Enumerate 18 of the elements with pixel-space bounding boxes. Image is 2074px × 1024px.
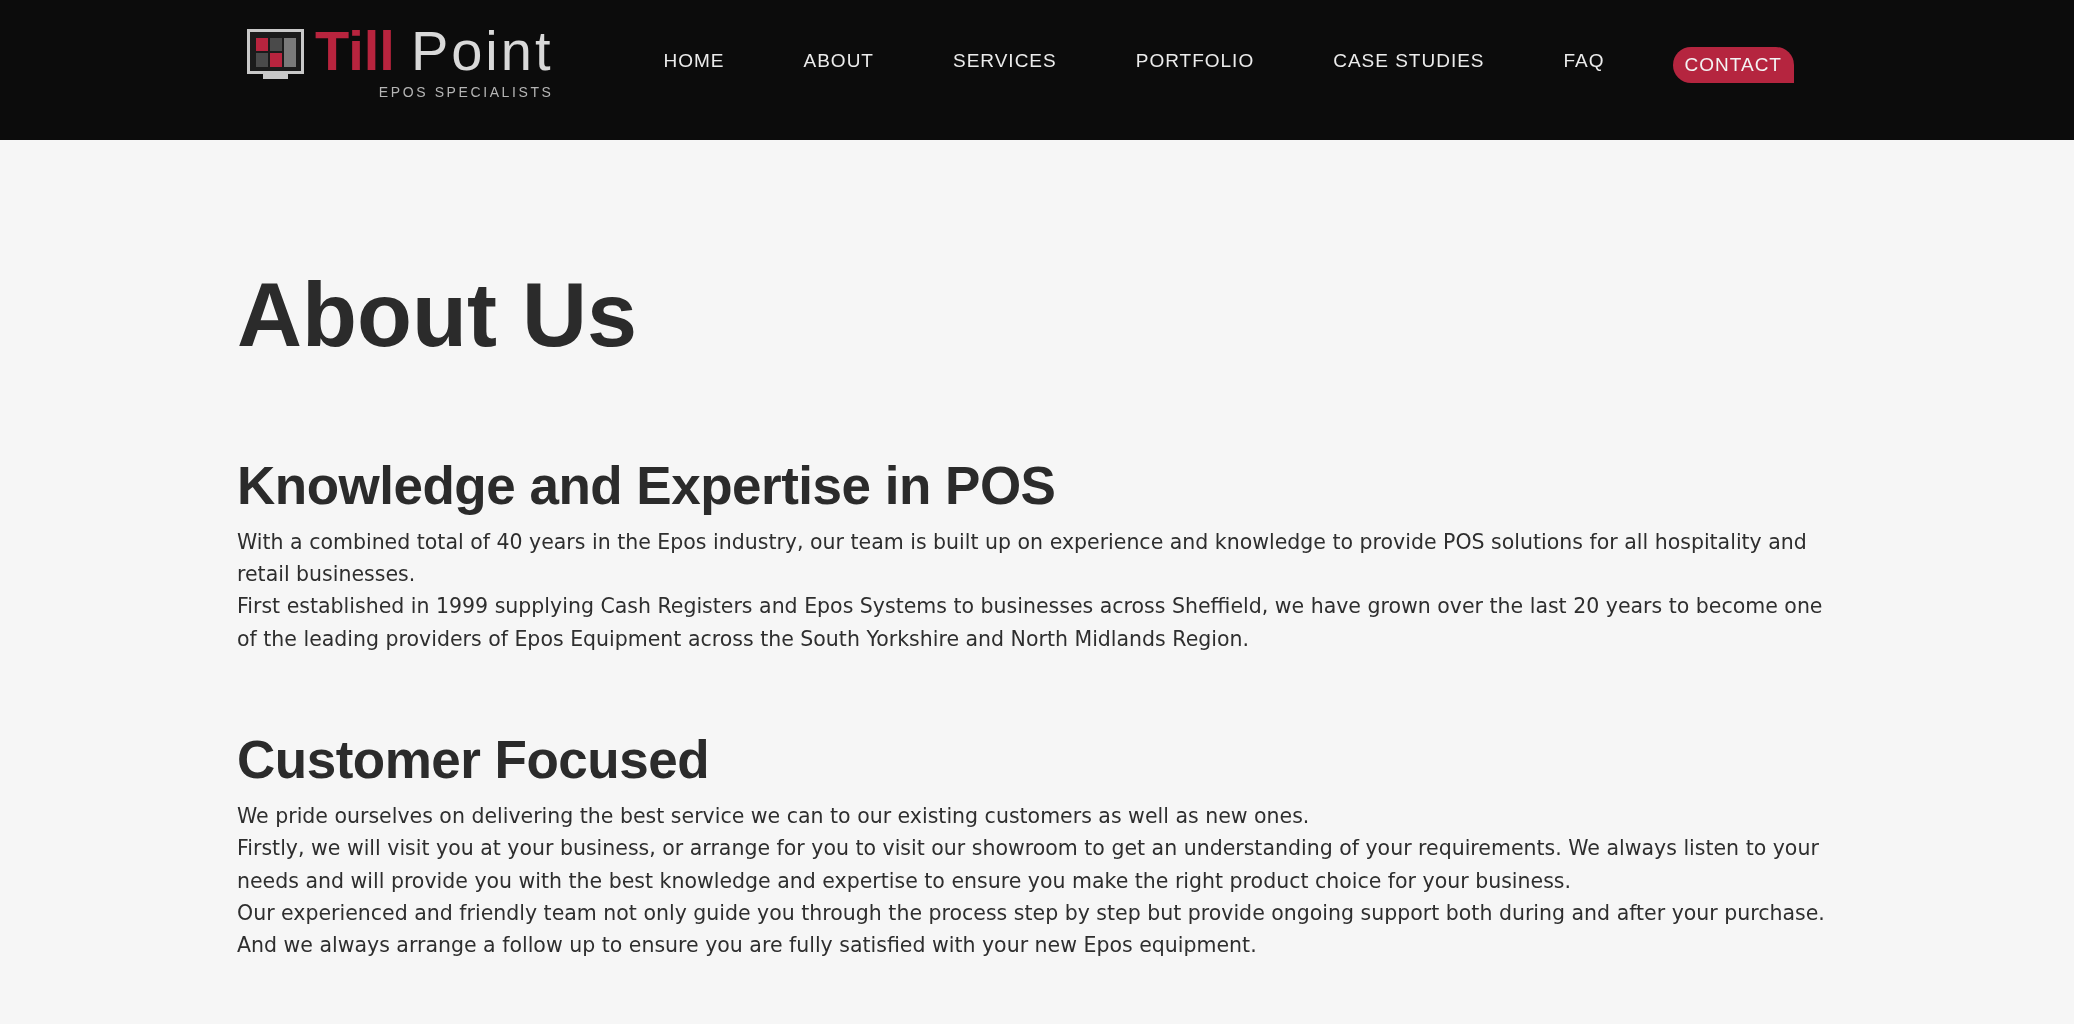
nav-link[interactable]: ABOUT xyxy=(803,50,874,72)
nav-link[interactable]: CASE STUDIES xyxy=(1333,50,1485,72)
nav-link[interactable]: HOME xyxy=(663,50,725,72)
nav-link[interactable]: PORTFOLIO xyxy=(1135,50,1255,72)
nav-link[interactable]: FAQ xyxy=(1563,50,1605,72)
paragraph: First established in 1999 supplying Cash Registers and Epos Systems to businesses across Sheffield, we have grown over the last 20 years to become one of the leading providers of Epos Equipment across the South Yorkshire and North Midlands Region. xyxy=(237,593,1824,653)
page-title: About Us xyxy=(237,270,638,360)
paragraph: Our experienced and friendly team not only guide you through the process step by step but provide ongoing support both during and after your purchase. And we always arrange a follow up to ensure you are fully satisfied with your new Epos equipment. xyxy=(237,900,1826,960)
paragraph: Firstly, we will visit you at your business, or arrange for you to visit our showroom to get an understanding of your requirements. We always listen to your needs and will provide you with the best knowledge and expertise to ensure you make the right product choice for your business. xyxy=(237,835,1820,895)
monitor-logo-icon xyxy=(247,28,304,79)
section-heading: Customer Focused xyxy=(237,729,711,792)
logo-wordmark: Till Point xyxy=(315,22,554,79)
paragraph: We pride ourselves on delivering the best service we can to our existing customers as well as new ones. xyxy=(237,802,1311,830)
contact-button[interactable]: CONTACT xyxy=(1672,47,1794,83)
logo-tagline: EPOS SPECIALISTS xyxy=(378,83,554,100)
paragraph: With a combined total of 40 years in the Epos industry, our team is built up on experience and knowledge to provide POS solutions for all hospitality and retail businesses. xyxy=(237,528,1808,588)
nav-link[interactable]: SERVICES xyxy=(952,50,1057,72)
section-heading: Knowledge and Expertise in POS xyxy=(237,455,1057,517)
